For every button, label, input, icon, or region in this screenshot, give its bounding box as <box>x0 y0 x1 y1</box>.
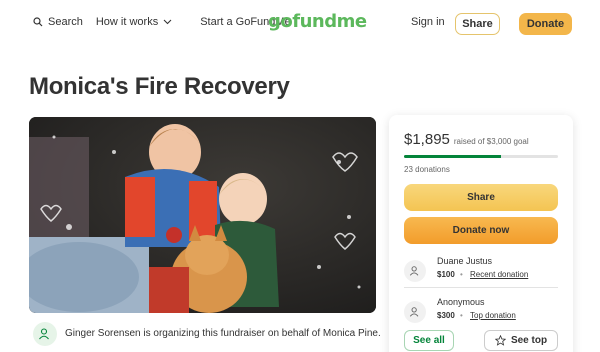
header-donate-button[interactable]: Donate <box>519 13 572 35</box>
progress-bar <box>404 155 558 158</box>
donor-tag-link[interactable]: Top donation <box>470 311 516 320</box>
sign-in-link[interactable]: Sign in <box>411 16 445 28</box>
gofundme-logo[interactable]: gofundme <box>268 11 367 32</box>
user-heart-icon <box>39 328 49 340</box>
donations-count: 23 donations <box>404 165 450 174</box>
page-title: Monica's Fire Recovery <box>29 73 290 100</box>
share-button[interactable]: Share <box>404 184 558 211</box>
organizer-text: Ginger Sorensen is organizing this fundr… <box>65 328 381 339</box>
donor-amount: $100 <box>437 270 455 279</box>
goal-text: raised of $3,000 goal <box>453 137 529 146</box>
donor-amount: $300 <box>437 311 455 320</box>
site-header: Search How it works Start a GoFundMe gof… <box>0 0 600 46</box>
search-icon <box>33 17 43 27</box>
organizer-icon-wrap <box>33 322 57 346</box>
star-icon <box>494 335 506 346</box>
user-heart-icon <box>409 266 419 276</box>
how-it-works-label: How it works <box>95 16 159 28</box>
how-it-works-menu[interactable]: How it works <box>96 16 177 28</box>
search-label: Search <box>48 16 83 28</box>
see-all-button[interactable]: See all <box>404 330 454 351</box>
donate-now-button[interactable]: Donate now <box>404 217 558 244</box>
search-link[interactable]: Search <box>33 16 83 28</box>
donation-card: $1,895 raised of $3,000 goal 23 donation… <box>389 115 573 352</box>
progress-fill <box>404 155 502 158</box>
donor-name: Anonymous <box>437 297 485 307</box>
header-share-button[interactable]: Share <box>455 13 500 35</box>
campaign-photo <box>29 117 376 313</box>
donor-avatar <box>404 301 426 323</box>
raised-amount: $1,895 <box>404 131 450 148</box>
raised-summary: $1,895 raised of $3,000 goal <box>404 131 529 148</box>
nav-left: Search How it works Start a GoFundMe <box>33 16 304 28</box>
donor-avatar <box>404 260 426 282</box>
see-top-label: See top <box>510 335 548 346</box>
separator-dot: • <box>460 311 463 320</box>
donor-tag-link[interactable]: Recent donation <box>470 270 528 279</box>
donor-name: Duane Justus <box>437 256 493 266</box>
see-top-button[interactable]: See top <box>484 330 558 351</box>
donor-item: Anonymous $300 • Top donation <box>404 295 558 333</box>
separator-dot: • <box>460 270 463 279</box>
divider <box>404 287 558 288</box>
user-heart-icon <box>409 307 419 317</box>
chevron-down-icon <box>163 19 172 25</box>
